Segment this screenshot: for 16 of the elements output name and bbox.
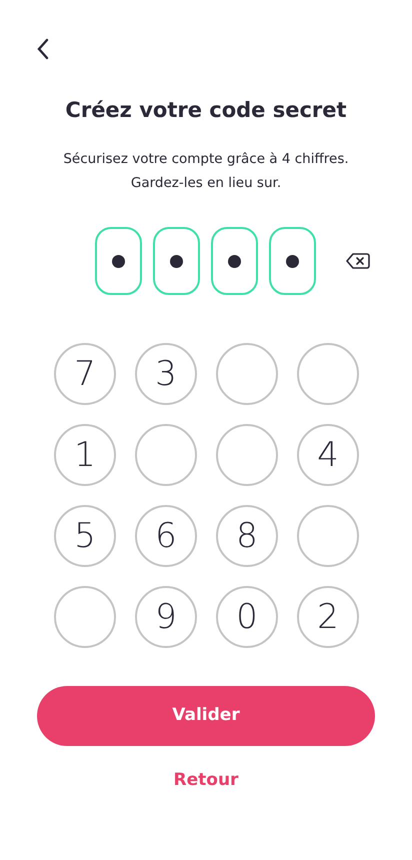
backspace-icon[interactable]: [346, 252, 370, 270]
digit-key[interactable]: 6: [135, 505, 197, 568]
digit-key[interactable]: 0: [216, 586, 278, 648]
back-link[interactable]: Retour: [174, 768, 238, 794]
digit-key[interactable]: 8: [216, 505, 278, 568]
digit-key[interactable]: 1: [54, 424, 116, 486]
validate-button[interactable]: Valider: [37, 686, 375, 746]
digit-key[interactable]: 5: [54, 505, 116, 568]
digit-key[interactable]: 3: [135, 343, 197, 406]
digit-key[interactable]: 7: [54, 343, 116, 406]
subtitle-text: Gardez-les en lieu sur.: [130, 174, 282, 194]
screen-title: Créez votre code secret: [64, 98, 348, 124]
digit-key[interactable]: 4: [297, 424, 359, 486]
digit-key[interactable]: 9: [135, 586, 197, 648]
subtitle-text: Sécurisez votre compte grâce à 4 chiffres.: [62, 150, 350, 170]
digit-key[interactable]: 2: [297, 586, 359, 648]
